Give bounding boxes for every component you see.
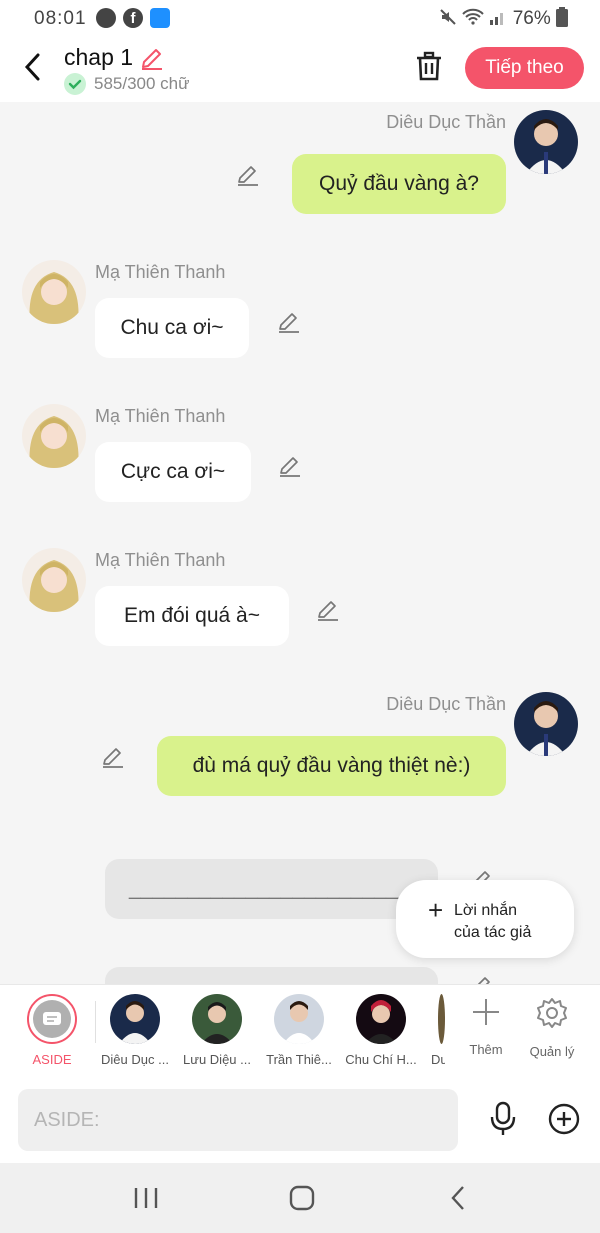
character-label: Du	[431, 1052, 445, 1067]
edit-message-button[interactable]	[101, 745, 125, 769]
system-nav-bar	[0, 1163, 600, 1233]
character-label: ASIDE	[32, 1052, 72, 1067]
plus-circle-icon	[548, 1103, 580, 1135]
character-item[interactable]: Trần Thiê...	[259, 994, 339, 1067]
add-button[interactable]	[548, 1103, 580, 1135]
message-bubble[interactable]: Em đói quá à~	[95, 586, 289, 646]
author-note-button[interactable]: + Lời nhắn của tác giả	[396, 880, 574, 958]
character-item[interactable]: Lưu Diệu ...	[177, 994, 257, 1067]
edit-message-button[interactable]	[278, 454, 302, 478]
pencil-icon	[103, 748, 123, 768]
message-bubble[interactable]: Quỷ đầu vàng à?	[292, 154, 506, 214]
edit-message-button[interactable]	[236, 163, 260, 187]
edit-message-button[interactable]	[470, 974, 494, 984]
next-button[interactable]: Tiếp theo	[465, 47, 584, 89]
trash-icon	[417, 51, 441, 81]
avatar	[356, 994, 406, 1044]
cloud-upload-icon	[150, 8, 170, 28]
character-label: Lưu Diệu ...	[183, 1052, 251, 1067]
pencil-icon	[477, 977, 490, 984]
character-item[interactable]: Diêu Dục ...	[95, 994, 175, 1067]
pencil-icon	[279, 313, 299, 333]
header: chap 1 585/300 chữ Tiếp theo	[0, 36, 600, 102]
message-bubble[interactable]: Chu ca ơi~	[95, 298, 249, 358]
chat-area[interactable]: Diêu Dục Thần Quỷ đầu vàng à? Mạ Thiên T…	[0, 102, 600, 984]
pencil-icon	[142, 49, 162, 70]
chevron-left-icon	[24, 53, 40, 81]
add-character-button[interactable]: Thêm	[456, 997, 516, 1057]
avatar[interactable]	[514, 110, 578, 174]
recent-apps-button[interactable]	[128, 1183, 164, 1213]
aside-bubble[interactable]	[105, 967, 438, 984]
speaker-name: Mạ Thiên Thanh	[95, 262, 226, 282]
avatar	[110, 994, 160, 1044]
pencil-icon	[318, 601, 338, 621]
speaker-name: Diêu Dục Thần	[386, 694, 506, 714]
avatar[interactable]	[22, 404, 86, 468]
speaker-name: Diêu Dục Thần	[386, 112, 506, 132]
author-note-label: Lời nhắn của tác giả	[454, 902, 532, 941]
manage-button[interactable]: Quản lý	[522, 997, 582, 1059]
add-label: Thêm	[469, 1042, 503, 1057]
character-bar: ASIDE Diêu Dục ... Lưu Diệu ... Trần Thi…	[0, 984, 600, 1079]
avatar[interactable]	[514, 692, 578, 756]
avatar	[274, 994, 324, 1044]
mute-icon	[440, 9, 456, 25]
signal-icon	[490, 13, 504, 25]
system-back-button[interactable]	[440, 1183, 476, 1213]
aside-avatar	[27, 994, 77, 1044]
message-input[interactable]	[18, 1089, 458, 1151]
messenger-icon	[96, 8, 116, 28]
edit-message-button[interactable]	[316, 598, 340, 622]
speaker-name: Mạ Thiên Thanh	[95, 550, 226, 570]
check-icon	[64, 73, 86, 95]
manage-label: Quản lý	[529, 1044, 575, 1059]
wifi-icon	[462, 8, 484, 25]
character-label: Trần Thiê...	[266, 1052, 332, 1067]
edit-title-button[interactable]	[139, 45, 165, 71]
battery-percent: 76%	[512, 8, 551, 29]
word-count: 585/300 chữ	[94, 74, 190, 93]
pencil-icon	[238, 166, 258, 186]
aside-bubble[interactable]: ________________________	[105, 859, 438, 919]
plus-icon: +	[428, 895, 444, 925]
voice-button[interactable]	[488, 1101, 518, 1137]
character-label: Chu Chí H...	[345, 1052, 417, 1067]
pencil-icon	[280, 457, 300, 477]
delete-button[interactable]	[414, 50, 444, 84]
character-item[interactable]: Chu Chí H...	[341, 994, 421, 1067]
chat-bubble-icon	[43, 1012, 61, 1025]
edit-message-button[interactable]	[277, 310, 301, 334]
avatar	[438, 994, 445, 1044]
message-bubble[interactable]: Cực ca ơi~	[95, 442, 251, 502]
avatar	[192, 994, 242, 1044]
home-icon	[289, 1185, 315, 1211]
status-time: 08:01	[34, 8, 87, 29]
recent-apps-icon	[134, 1188, 158, 1208]
plus-icon	[473, 999, 499, 1025]
gear-icon	[537, 998, 567, 1028]
microphone-icon	[490, 1101, 516, 1135]
status-indicators: 76%	[439, 7, 568, 30]
status-bar: 08:01 f 76%	[0, 0, 600, 36]
message-bubble[interactable]: đù má quỷ đầu vàng thiệt nè:)	[157, 736, 506, 796]
character-label: Diêu Dục ...	[101, 1052, 169, 1067]
battery-icon	[556, 7, 568, 27]
chapter-title: chap 1	[64, 44, 134, 70]
composer	[0, 1079, 600, 1163]
facebook-icon: f	[123, 8, 143, 28]
home-button[interactable]	[284, 1183, 320, 1213]
avatar[interactable]	[22, 548, 86, 612]
avatar[interactable]	[22, 260, 86, 324]
back-icon	[451, 1186, 464, 1210]
character-item[interactable]: Du	[423, 994, 445, 1067]
character-aside[interactable]: ASIDE	[12, 994, 92, 1067]
speaker-name: Mạ Thiên Thanh	[95, 406, 226, 426]
back-button[interactable]	[18, 50, 48, 84]
